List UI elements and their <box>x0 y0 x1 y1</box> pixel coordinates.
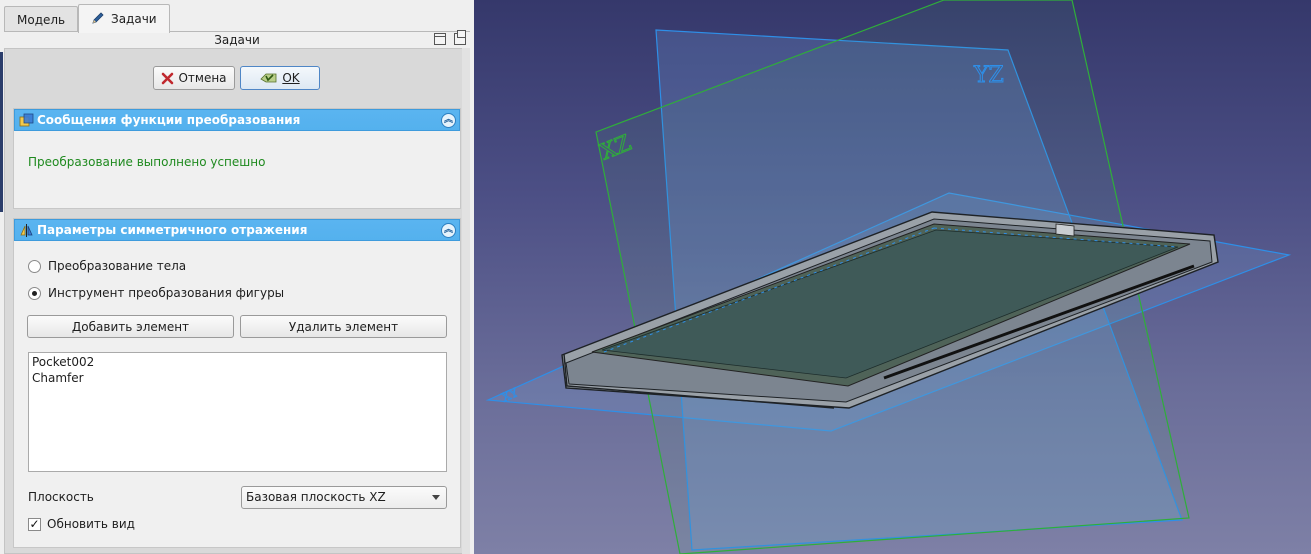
viewport-canvas: XZ YZ XY <box>485 0 1292 554</box>
dock-restore-button[interactable] <box>434 33 446 45</box>
mirror-icon <box>20 224 33 237</box>
plane-label: Плоскость <box>28 490 94 504</box>
yz-plane-label: YZ <box>973 63 1004 88</box>
task-panel: Модель Задачи Задачи Отмена OK Сообщения… <box>0 0 474 554</box>
ok-label: OK <box>282 71 300 85</box>
remove-feature-label: Удалить элемент <box>288 319 399 334</box>
messages-panel-header: Сообщения функции преобразования ︽ <box>14 109 460 131</box>
status-message: Преобразование выполнено успешно <box>28 155 266 169</box>
list-item[interactable]: Pocket002 <box>32 354 443 370</box>
radio-button[interactable] <box>28 259 41 273</box>
tab-model[interactable]: Модель <box>4 6 79 32</box>
dock-float-button[interactable] <box>454 30 466 45</box>
cancel-label: Отмена <box>178 71 227 85</box>
transform-icon <box>19 113 34 127</box>
remove-feature-button[interactable]: Удалить элемент <box>240 315 447 338</box>
plane-select-value: Базовая плоскость XZ <box>246 490 386 504</box>
ok-button[interactable]: OK <box>240 66 320 90</box>
chevron-down-icon <box>432 495 440 500</box>
dock-title: Задачи <box>214 33 260 47</box>
update-view-label: Обновить вид <box>47 517 135 531</box>
ok-icon <box>260 73 277 82</box>
radio-button-selected[interactable] <box>28 286 41 300</box>
messages-panel: Сообщения функции преобразования ︽ Преоб… <box>13 108 461 209</box>
radio-label: Преобразование тела <box>48 259 187 273</box>
3d-viewport[interactable]: XZ YZ XY <box>474 0 1311 554</box>
mirror-panel-title: Параметры симметричного отражения <box>37 223 308 237</box>
tab-bar: Модель Задачи <box>4 4 470 33</box>
update-view-option[interactable]: ✓ Обновить вид <box>28 517 135 531</box>
collapse-icon[interactable]: ︽ <box>441 113 456 128</box>
plane-select[interactable]: Базовая плоскость XZ <box>241 486 447 509</box>
radio-feature-transform[interactable]: Инструмент преобразования фигуры <box>28 286 284 300</box>
tab-tasks-label: Задачи <box>111 12 157 26</box>
mirror-panel-header: Параметры симметричного отражения ︽ <box>14 219 460 241</box>
cancel-icon <box>162 72 174 84</box>
list-item[interactable]: Chamfer <box>32 370 443 386</box>
collapse-icon[interactable]: ︽ <box>441 223 456 238</box>
tab-tasks[interactable]: Задачи <box>78 4 170 33</box>
update-view-checkbox[interactable]: ✓ <box>28 517 41 531</box>
mirror-parameters-panel: Параметры симметричного отражения ︽ Прео… <box>13 218 461 548</box>
add-feature-button[interactable]: Добавить элемент <box>27 315 234 338</box>
tab-model-label: Модель <box>17 13 66 27</box>
add-feature-label: Добавить элемент <box>71 319 190 334</box>
panel-scroll-strip <box>462 48 470 554</box>
pencil-icon <box>92 12 104 24</box>
cancel-button[interactable]: Отмена <box>153 66 235 90</box>
feature-list[interactable]: Pocket002 Chamfer <box>28 352 447 472</box>
messages-panel-title: Сообщения функции преобразования <box>37 113 301 127</box>
radio-label: Инструмент преобразования фигуры <box>48 286 285 300</box>
radio-body-transform[interactable]: Преобразование тела <box>28 259 186 273</box>
